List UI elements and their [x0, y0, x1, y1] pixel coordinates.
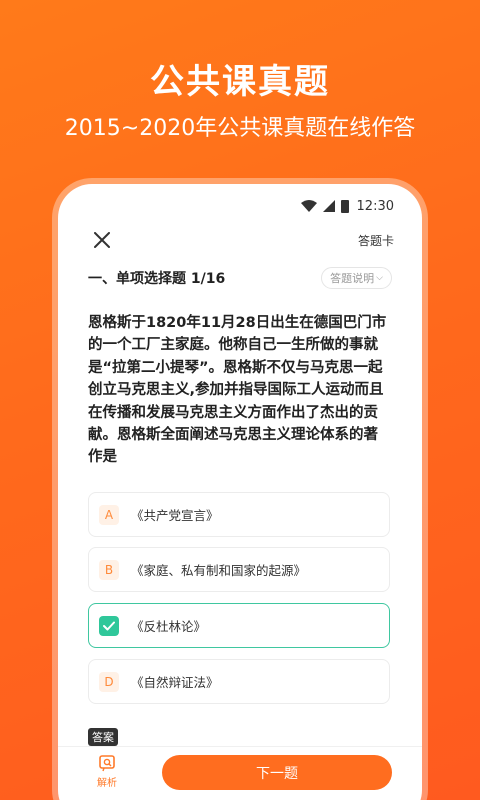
option-text: 《家庭、私有制和国家的起源》	[131, 563, 307, 578]
chevron-down-icon: ⌵	[376, 273, 383, 283]
promo-subtitle: 2015~2020年公共课真题在线作答	[64, 116, 416, 141]
option-a[interactable]: A 《共产党宣言》	[88, 492, 390, 537]
status-bar: 12:30	[300, 196, 394, 216]
option-text: 《共产党宣言》	[131, 508, 219, 523]
analysis-icon	[99, 755, 115, 772]
analysis-button[interactable]: 解析	[94, 754, 120, 789]
divider	[58, 746, 422, 747]
answer-instructions-label: 答题说明	[330, 272, 375, 285]
close-icon	[94, 232, 110, 248]
promo-title: 公共课真题	[150, 62, 330, 102]
option-text: 《反杜林论》	[131, 619, 207, 634]
answer-tag: 答案	[88, 728, 118, 746]
option-letter: D	[99, 671, 119, 692]
answer-card-button[interactable]: 答题卡	[358, 232, 394, 249]
option-text: 《自然辩证法》	[131, 675, 219, 690]
checkmark-icon	[99, 615, 119, 636]
analysis-label: 解析	[97, 778, 117, 789]
option-letter: A	[99, 504, 119, 525]
battery-icon	[340, 199, 349, 213]
option-c[interactable]: 《反杜林论》	[88, 603, 390, 648]
next-question-button[interactable]: 下一题	[162, 755, 392, 790]
signal-icon	[322, 200, 335, 212]
option-letter: B	[99, 559, 119, 580]
phone-frame: 12:30 答题卡 一、单项选择题 1/16 答题说明 ⌵ 恩格斯于1820年1…	[58, 184, 422, 800]
section-title: 一、单项选择题 1/16	[88, 271, 226, 287]
status-time: 12:30	[356, 198, 394, 214]
option-d[interactable]: D 《自然辩证法》	[88, 659, 390, 704]
close-button[interactable]	[90, 228, 114, 252]
answer-instructions-button[interactable]: 答题说明 ⌵	[321, 267, 392, 289]
wifi-icon	[300, 200, 317, 212]
question-text: 恩格斯于1820年11月28日出生在德国巴门市的一个工厂主家庭。他称自己一生所做…	[88, 315, 387, 466]
option-b[interactable]: B 《家庭、私有制和国家的起源》	[88, 547, 390, 592]
